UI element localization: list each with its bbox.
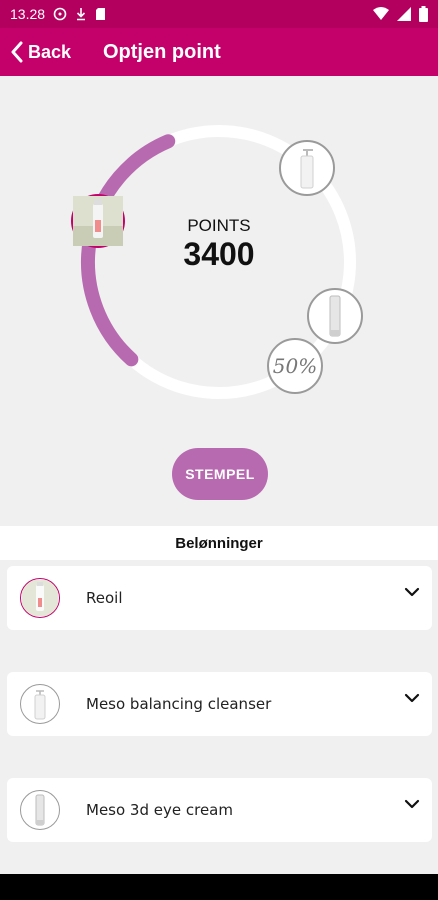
- status-bar: 13.28: [0, 0, 438, 28]
- serum-bottle-icon: [22, 580, 58, 616]
- status-system-icons: [373, 6, 428, 22]
- back-button[interactable]: Back: [10, 41, 71, 63]
- milestone-cleanser[interactable]: [279, 140, 335, 196]
- milestone-discount[interactable]: 50%: [267, 338, 323, 394]
- chevron-left-icon: [11, 41, 23, 63]
- reward-item-cleanser[interactable]: Meso balancing cleanser: [7, 672, 432, 736]
- serum-bottle-icon: [73, 196, 123, 246]
- system-navigation-bar: [0, 874, 438, 900]
- reward-item-reoil[interactable]: Reoil: [7, 566, 432, 630]
- pump-bottle-icon: [34, 690, 46, 720]
- battery-icon: [419, 6, 428, 22]
- signal-icon: [397, 7, 411, 21]
- points-panel: POINTS 3400 50% STEMPEL: [0, 76, 438, 526]
- reward-thumbnail: [20, 790, 60, 830]
- status-notification-icons: [53, 7, 106, 21]
- chevron-down-icon[interactable]: [404, 798, 420, 810]
- app-bar: Back Optjen point: [0, 28, 438, 76]
- reward-name: Meso 3d eye cream: [86, 801, 233, 819]
- milestone-eye-cream[interactable]: [307, 288, 363, 344]
- sd-card-icon: [96, 8, 106, 20]
- stamp-button[interactable]: STEMPEL: [172, 448, 268, 500]
- reward-name: Meso balancing cleanser: [86, 695, 272, 713]
- reward-item-eye-cream[interactable]: Meso 3d eye cream: [7, 778, 432, 842]
- download-icon: [76, 8, 86, 21]
- reward-name: Reoil: [86, 589, 123, 607]
- rewards-header: Belønninger: [0, 526, 438, 560]
- pump-bottle-icon: [300, 149, 314, 189]
- tube-icon: [35, 794, 45, 826]
- chevron-down-icon[interactable]: [404, 692, 420, 704]
- back-label: Back: [28, 41, 72, 62]
- discount-label: 50%: [272, 354, 318, 378]
- reward-thumbnail: [20, 684, 60, 724]
- page-title: Optjen point: [103, 40, 221, 63]
- points-value: 3400: [183, 236, 255, 272]
- tube-icon: [329, 295, 341, 337]
- wifi-icon: [373, 7, 389, 20]
- points-label: POINTS: [187, 216, 251, 235]
- rewards-list: Reoil Meso balancing cleanser Meso 3d ey…: [0, 560, 438, 874]
- status-time: 13.28: [10, 6, 46, 22]
- milestone-reoil[interactable]: [71, 194, 125, 248]
- steering-wheel-icon: [53, 7, 67, 21]
- reward-thumbnail: [20, 578, 60, 618]
- chevron-down-icon[interactable]: [404, 586, 420, 598]
